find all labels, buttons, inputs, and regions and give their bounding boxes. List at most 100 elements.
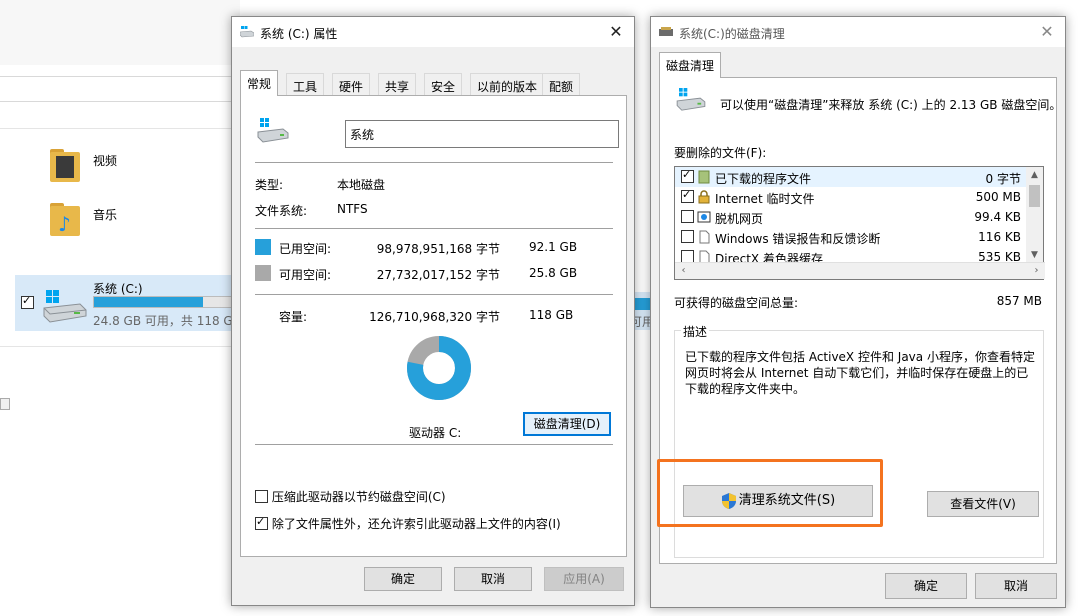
apply-button[interactable]: 应用(A) (544, 567, 624, 591)
file-name: Windows 错误报告和反馈诊断 (715, 232, 881, 246)
tab-sharing[interactable]: 共享 (378, 73, 417, 95)
explorer-address-bar[interactable] (0, 76, 240, 102)
compress-label: 压缩此驱动器以节约磁盘空间(C) (271, 490, 446, 504)
total-space-label: 可获得的磁盘空间总量: (674, 296, 799, 310)
general-tab-panel: 系统 类型: 本地磁盘 文件系统: NTFS 已用空间: 98,978,951,… (240, 95, 627, 557)
file-checkbox[interactable] (681, 210, 694, 223)
explorer-divider-lower (0, 346, 240, 347)
highlight-annotation-box (657, 459, 883, 527)
file-checkbox[interactable] (681, 230, 694, 243)
horizontal-scrollbar[interactable]: ‹ › (675, 262, 1045, 279)
hard-drive-icon (257, 118, 289, 143)
index-option[interactable]: 除了文件属性外，还允许索引此驱动器上文件的内容(I) (255, 515, 561, 532)
list-item[interactable]: 已下载的程序文件 0 字节 (675, 167, 1027, 187)
tab-general[interactable]: 常规 (240, 70, 279, 96)
explorer-ribbon-area (0, 0, 240, 65)
file-size: 116 KB (978, 230, 1021, 244)
cancel-button[interactable]: 取消 (454, 567, 532, 591)
cleanup-intro: 可以使用“磁盘清理”来释放 系统 (C:) 上的 2.13 GB 磁盘空间。 (720, 98, 1062, 112)
drive-name-input[interactable]: 系统 (345, 120, 619, 148)
explorer-scroll-nub[interactable] (0, 398, 10, 410)
drive-properties-dialog: 系统 (C:) 属性 ✕ 常规 工具 硬件 共享 安全 以前的版本 配额 系统 … (231, 16, 635, 606)
used-space-gb: 92.1 GB (529, 240, 578, 254)
compress-option[interactable]: 压缩此驱动器以节约磁盘空间(C) (255, 488, 446, 505)
capacity-gb: 118 GB (529, 308, 574, 322)
close-icon[interactable]: ✕ (604, 21, 628, 43)
folder-label-music[interactable]: 音乐 (93, 206, 117, 223)
tab-security[interactable]: 安全 (424, 73, 463, 95)
index-label: 除了文件属性外，还允许索引此驱动器上文件的内容(I) (271, 517, 561, 531)
lock-icon (698, 190, 710, 204)
ok-button[interactable]: 确定 (885, 573, 967, 599)
vertical-scrollbar[interactable]: ▲ ▼ (1026, 167, 1043, 263)
drive-free-summary: 24.8 GB 可用，共 118 GB (93, 314, 241, 328)
used-space-swatch (255, 239, 271, 255)
drive-usage-bar (93, 296, 233, 308)
file-checkbox[interactable] (681, 188, 694, 203)
used-space-bytes: 98,978,951,168 字节 (376, 242, 500, 256)
tab-previous-versions[interactable]: 以前的版本 (470, 73, 545, 95)
capacity-label: 容量: (279, 310, 308, 324)
offline-page-icon (697, 211, 711, 223)
file-checkbox[interactable] (681, 168, 694, 183)
hard-drive-icon (676, 88, 706, 111)
file-size: 99.4 KB (974, 210, 1021, 224)
file-size: 0 字节 (985, 172, 1021, 186)
disk-cleanup-button[interactable]: 磁盘清理(D) (523, 412, 611, 436)
description-text: 已下载的程序文件包括 ActiveX 控件和 Java 小程序，你查看特定网页时… (685, 350, 1035, 396)
explorer-divider (0, 128, 240, 129)
drive-name: 系统 (C:) (93, 282, 143, 296)
cancel-button[interactable]: 取消 (975, 573, 1057, 599)
separator (255, 162, 613, 163)
drive-letter-label: 驱动器 C: (409, 426, 462, 440)
disk-usage-donut (407, 336, 471, 400)
files-to-delete-list[interactable]: 已下载的程序文件 0 字节 Internet 临时文件 500 MB 脱机网页 … (674, 166, 1045, 280)
file-size: 500 MB (975, 190, 1021, 204)
hard-drive-icon (43, 290, 87, 323)
file-name: 脱机网页 (715, 212, 764, 226)
filesystem-value: NTFS (337, 202, 368, 216)
downloaded-program-icon (698, 170, 710, 184)
free-space-swatch (255, 265, 271, 281)
close-icon[interactable]: ✕ (1035, 21, 1059, 43)
list-item[interactable]: DirectX 着色器缓存 535 KB (675, 247, 1027, 263)
files-to-delete-label: 要删除的文件(F): (674, 146, 767, 160)
scroll-down-arrow-icon[interactable]: ▼ (1026, 247, 1043, 263)
tab-quota[interactable]: 配额 (542, 73, 581, 95)
capacity-bytes: 126,710,968,320 字节 (369, 310, 500, 324)
separator (255, 444, 613, 445)
scroll-up-arrow-icon[interactable]: ▲ (1026, 167, 1043, 183)
file-name: Internet 临时文件 (715, 192, 815, 206)
separator (255, 294, 613, 295)
tab-disk-cleanup[interactable]: 磁盘清理 (659, 52, 722, 78)
tab-hardware[interactable]: 硬件 (332, 73, 371, 95)
properties-titlebar[interactable]: 系统 (C:) 属性 ✕ (232, 17, 634, 47)
index-checkbox[interactable] (255, 515, 268, 530)
scroll-right-arrow-icon[interactable]: › (1028, 263, 1045, 279)
ok-button[interactable]: 确定 (364, 567, 442, 591)
total-space-value: 857 MB (996, 294, 1042, 308)
free-space-gb: 25.8 GB (529, 266, 578, 280)
free-space-bytes: 27,732,017,152 字节 (376, 268, 500, 282)
drive-title-icon (240, 26, 254, 38)
folder-label-videos[interactable]: 视频 (93, 152, 117, 169)
videos-folder-icon[interactable] (46, 146, 86, 186)
tab-tools[interactable]: 工具 (286, 73, 325, 95)
music-folder-icon[interactable]: ♪ (46, 200, 86, 240)
scrollbar-thumb[interactable] (1029, 185, 1040, 207)
scroll-left-arrow-icon[interactable]: ‹ (675, 263, 692, 279)
list-item[interactable]: Windows 错误报告和反馈诊断 116 KB (675, 227, 1027, 247)
file-name: 已下载的程序文件 (715, 172, 812, 186)
compress-checkbox[interactable] (255, 490, 268, 503)
cleanup-title: 系统(C:)的磁盘清理 (679, 27, 785, 41)
view-files-button[interactable]: 查看文件(V) (927, 491, 1039, 517)
drive-select-checkbox[interactable] (21, 294, 34, 309)
separator (255, 228, 613, 229)
cleanup-titlebar[interactable]: 系统(C:)的磁盘清理 ✕ (651, 17, 1065, 47)
properties-title: 系统 (C:) 属性 (260, 27, 338, 41)
list-item[interactable]: 脱机网页 99.4 KB (675, 207, 1027, 227)
description-label: 描述 (681, 323, 710, 340)
type-value: 本地磁盘 (337, 178, 386, 192)
type-label: 类型: (255, 178, 284, 192)
list-item[interactable]: Internet 临时文件 500 MB (675, 187, 1027, 207)
